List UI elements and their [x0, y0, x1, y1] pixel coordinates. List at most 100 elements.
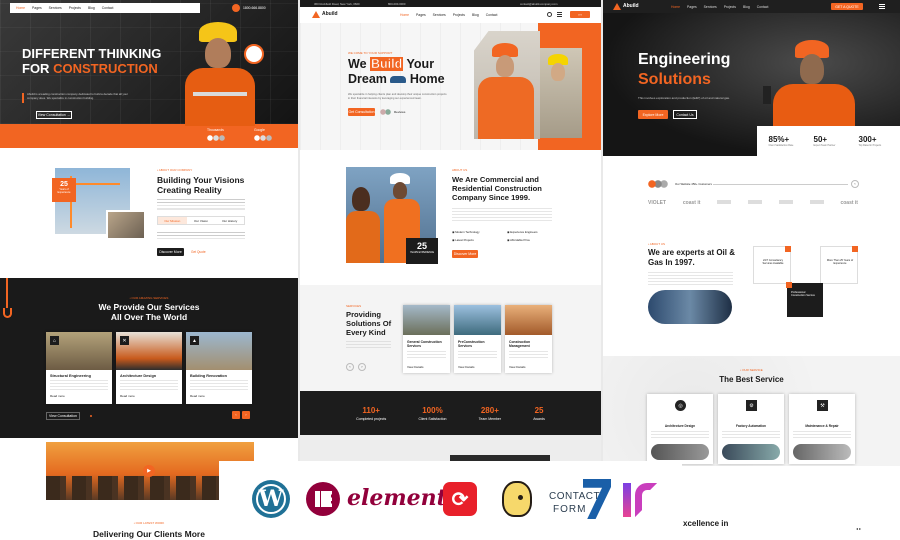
hero-title-2: We Build Your Dream Home: [348, 57, 445, 87]
services-2-title: Providing Solutions Of Every Kind: [346, 310, 391, 337]
hero-consultation-button[interactable]: Get Consultation: [348, 108, 375, 116]
tab-history[interactable]: Our History: [215, 217, 244, 224]
hero-section-2: WE COME TO YOUR SUPPORT We Build Your Dr…: [300, 23, 601, 150]
service-2-card-1-link[interactable]: View Details: [407, 365, 423, 369]
contact-form-word-contact: CONTACT: [549, 491, 601, 502]
clients-prev-button[interactable]: ‹: [851, 180, 859, 188]
nav-item-contact[interactable]: Contact: [757, 5, 769, 9]
header-cta-button[interactable]: ›››: [570, 11, 590, 18]
explore-more-button[interactable]: Explore More: [638, 110, 668, 119]
info-box-3-corner: [786, 282, 792, 288]
service-2-card-3[interactable]: Construction Management View Details: [505, 305, 552, 373]
view-consultation-button[interactable]: View Consultation: [46, 412, 80, 420]
stat-team-label: Team Member: [478, 416, 502, 421]
feature-3: ◉ Latest Projects: [452, 238, 474, 242]
nav-item-projects[interactable]: Projects: [69, 6, 81, 10]
services-title: We Provide Our Services All Over The Wor…: [0, 302, 298, 322]
service-2-card-2-link[interactable]: View Details: [458, 365, 474, 369]
nav-item-blog[interactable]: Blog: [472, 13, 479, 17]
prev-arrow-button[interactable]: ‹: [232, 411, 240, 419]
hero-description: Abuild is a leading construction company…: [27, 92, 128, 100]
topbar: 360 Rockfield Road, New York, 0600 800-0…: [300, 0, 601, 7]
services-section-3: • OUR SERVICE The Best Service ◎ Archite…: [603, 356, 900, 466]
service-2-card-3-link[interactable]: View Details: [509, 365, 525, 369]
service-3-card-3-title: Maintenance & Repair: [805, 424, 839, 428]
nav-item-contact[interactable]: Contact: [102, 6, 114, 10]
feature-1-label: Modern Technology: [455, 230, 480, 234]
about-3-subtitle: • ABOUT US: [648, 242, 665, 246]
elementor-icon-bars: [316, 491, 332, 507]
hero-section-1: Home Pages Services Projects Blog Contac…: [0, 0, 298, 148]
services-next-button[interactable]: ›: [358, 363, 366, 371]
nav-item-projects[interactable]: Projects: [724, 5, 736, 9]
about-worker-2-face: [352, 187, 370, 211]
brand-name: Abuild: [322, 11, 338, 17]
get-quote-button[interactable]: GET A QUOTE: [831, 3, 863, 10]
hero-3-line-1: Engineering: [638, 51, 731, 68]
service-2-card-1[interactable]: General Construction Services View Detai…: [403, 305, 450, 373]
navbar: Home Pages Services Projects Blog Contac…: [10, 3, 200, 13]
wordpress-logo: W: [252, 480, 290, 518]
service-card-1[interactable]: ⌂ Structural Engineering Read more: [46, 332, 112, 404]
nav-item-services[interactable]: Services: [49, 6, 62, 10]
hero-3-line-2: Solutions: [638, 71, 711, 88]
nav-item-home[interactable]: Home: [671, 5, 680, 9]
service-card-3-link[interactable]: Read more: [190, 394, 205, 398]
hero-line-2: FOR CONSTRUCTION: [22, 61, 161, 76]
tab-vision[interactable]: Our Vision: [187, 217, 216, 224]
next-arrow-button[interactable]: ›: [242, 411, 250, 419]
stat-3-1: 85%+ Client Satisfaction Rate: [769, 135, 799, 147]
service-3-card-1[interactable]: ◎ Architecture Design: [647, 394, 713, 464]
hero-button[interactable]: View Consultation →: [36, 111, 72, 119]
about-title-line-1: Building Your Visions: [157, 175, 245, 185]
stat-satisfaction-label: Client Satisfaction: [418, 416, 447, 421]
nav-item-projects[interactable]: Projects: [453, 13, 465, 17]
demo-homepage-3: Abuild Home Pages Services Projects Blog…: [603, 0, 900, 540]
nav-item-home[interactable]: Home: [16, 6, 25, 10]
service-card-1-link[interactable]: Read more: [50, 394, 65, 398]
get-quote-link[interactable]: Get Quote: [191, 250, 206, 254]
service-2-card-3-desc: [509, 351, 548, 359]
nav-item-services[interactable]: Services: [433, 13, 446, 17]
menu-icon[interactable]: [557, 12, 562, 17]
nav-item-pages[interactable]: Pages: [32, 6, 42, 10]
clients-text: Our Website 450+ Customers: [675, 182, 712, 186]
contact-us-button[interactable]: Contact Us: [673, 110, 697, 119]
search-icon[interactable]: [547, 12, 552, 17]
nav-item-blog[interactable]: Blog: [88, 6, 95, 10]
nav-item-home[interactable]: Home: [400, 13, 409, 17]
topbar-phone: 800-000-0000: [388, 2, 406, 6]
service-card-3[interactable]: ▲ Building Renovation Read more: [186, 332, 252, 404]
service-card-2-link[interactable]: Read more: [120, 394, 135, 398]
service-2-card-3-image: [505, 305, 552, 335]
discover-more-button[interactable]: Discover More: [157, 248, 184, 256]
service-card-2[interactable]: ✕ Architecture Design Read more: [116, 332, 182, 404]
hero-we: We: [348, 57, 367, 71]
play-button[interactable]: ▶: [143, 465, 155, 477]
info-box-3: Professional Construction Service: [786, 282, 823, 317]
nav-menu: Home Pages Services Projects Blog Contac…: [16, 6, 113, 10]
services-prev-button[interactable]: ‹: [346, 363, 354, 371]
service-3-card-3[interactable]: ⚒ Maintenance & Repair: [789, 394, 855, 464]
nav-item-services[interactable]: Services: [704, 5, 717, 9]
nav-item-contact[interactable]: Contact: [486, 13, 498, 17]
bottom-3-arrows[interactable]: ◂ ▸: [856, 526, 861, 531]
service-3-card-2-image: [722, 444, 780, 460]
demo-homepage-2: 360 Rockfield Road, New York, 0600 800-0…: [300, 0, 601, 540]
services-section-1: • OUR AMAZING SERVICES We Provide Our Se…: [0, 278, 298, 438]
hero-title-line-1: We Build Your: [348, 57, 445, 72]
nav-item-blog[interactable]: Blog: [743, 5, 750, 9]
service-3-card-2[interactable]: ⚙ Factory Automation: [718, 394, 784, 464]
tab-mission[interactable]: Our Mission: [158, 217, 187, 224]
hero-worker-1-vest: [478, 77, 534, 139]
nav-item-pages[interactable]: Pages: [416, 13, 426, 17]
hamburger-icon[interactable]: [879, 4, 885, 9]
service-2-card-2[interactable]: PreConstruction Services View Details: [454, 305, 501, 373]
about-3-line-2: Gas In 1997.: [648, 257, 695, 267]
hero-description-2: We specialize in helping clients plan an…: [348, 93, 447, 100]
about-2-button[interactable]: Discover More: [452, 250, 478, 258]
hero-dream: Dream: [348, 72, 387, 86]
service-2-card-1-title: General Construction Services: [407, 340, 442, 348]
nav-item-pages[interactable]: Pages: [687, 5, 697, 9]
feature-1: ◉ Modern Technology: [452, 230, 480, 234]
